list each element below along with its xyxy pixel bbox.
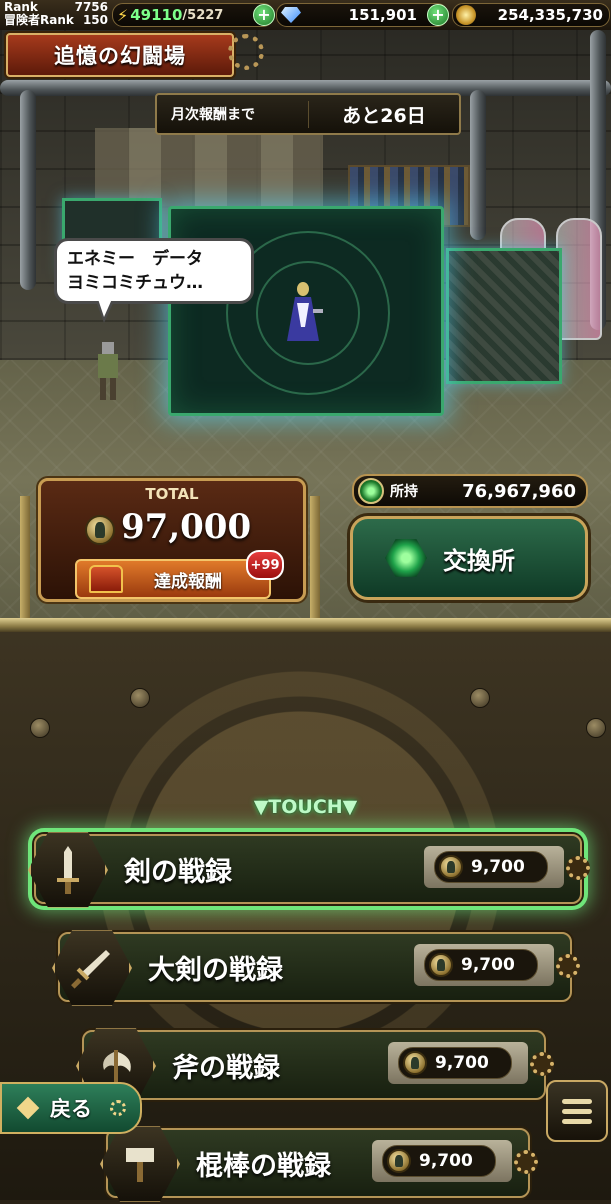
player-character (98, 342, 118, 400)
record-cost: 9,700 (414, 944, 554, 986)
monthly-reward-timer: 月次報酬まで あと26日 (155, 93, 461, 135)
record-name: 剣の戦録 (124, 857, 232, 888)
gear-icon (556, 954, 580, 978)
achievement-reward-label: 達成報酬 (154, 571, 222, 592)
owned-value: 76,967,960 (462, 480, 576, 502)
gem-value: 151,901 (348, 6, 417, 24)
medal-coin-icon (387, 1149, 411, 1173)
pipe (470, 90, 486, 240)
achievement-reward-button[interactable]: 達成報酬 (75, 559, 271, 599)
gold-coin-icon (456, 5, 476, 25)
railing-post (20, 496, 30, 634)
gem-counter: 151,901 + (276, 3, 449, 27)
side-monitor (446, 248, 562, 384)
diamond-icon (281, 7, 301, 23)
gear-icon (514, 1150, 538, 1174)
rank-info: Rank 7756 冒険者Rank 150 (4, 1, 108, 27)
record-name: 棍棒の戦録 (196, 1151, 331, 1182)
gear-icon (530, 1052, 554, 1076)
sword-icon (28, 832, 108, 908)
record-cost-value: 9,700 (471, 857, 525, 877)
bolt (130, 688, 150, 708)
gear-ornament-icon (110, 1100, 126, 1116)
speech-line-2: ヨミコミチュウ… (67, 273, 203, 293)
record-cost-value: 9,700 (461, 955, 515, 975)
hexagon-gem-icon (385, 539, 427, 577)
touch-hint: ▼TOUCH▼ (253, 796, 358, 818)
bolt (586, 718, 606, 738)
medal-coin-icon (85, 515, 115, 545)
record-item-axe[interactable]: 斧の戦録 9,700 (76, 1028, 554, 1104)
speech-bubble: エネミー データ ヨミコミチュウ… (54, 238, 254, 304)
stamina-counter: ⚡ 49110 /5227 + (112, 3, 275, 27)
gold-value: 254,335,730 (497, 6, 603, 24)
speech-bubble-tail (98, 299, 112, 317)
menu-line (562, 1108, 592, 1114)
menu-line (562, 1118, 592, 1124)
record-cost: 9,700 (424, 846, 564, 888)
record-item-club[interactable]: 棍棒の戦録 9,700 (100, 1126, 538, 1202)
record-item-sword[interactable]: 剣の戦録 9,700 (28, 832, 590, 908)
monthly-reward-remaining: あと26日 (308, 100, 459, 128)
record-cost: 9,700 (372, 1140, 512, 1182)
back-button[interactable]: 戻る (0, 1082, 142, 1134)
lightning-icon: ⚡ (117, 5, 129, 25)
bolt (30, 718, 50, 738)
adventurer-rank-value: 150 (82, 13, 108, 27)
owned-label: 所持 (390, 484, 418, 500)
exchange-label: 交換所 (443, 546, 515, 575)
total-value: 97,000 (121, 507, 252, 547)
hamburger-menu-icon[interactable] (546, 1080, 608, 1142)
medal-coin-icon (429, 953, 453, 977)
enemy-sprite (287, 282, 323, 341)
gear-icon (228, 34, 264, 70)
club-icon (100, 1126, 180, 1202)
treasure-chest-icon (89, 565, 123, 593)
record-name: 大剣の戦録 (148, 955, 283, 986)
railing (0, 618, 611, 632)
medal-coin-icon (403, 1051, 427, 1075)
back-label: 戻る (50, 1097, 92, 1121)
reward-count-badge: +99 (246, 550, 284, 580)
speech-line-1: エネミー データ (67, 249, 203, 269)
record-name: 斧の戦録 (172, 1053, 280, 1084)
adventurer-rank-label: 冒険者Rank (4, 13, 74, 27)
exchange-button[interactable]: 交換所 (350, 516, 588, 600)
record-cost-value: 9,700 (419, 1151, 473, 1171)
stamina-max: /5227 (182, 7, 224, 23)
page-title: 追憶の幻闘場 (6, 33, 234, 77)
owned-currency: 所持 76,967,960 (352, 474, 588, 508)
total-label: TOTAL (145, 485, 199, 503)
record-item-greatsword[interactable]: 大剣の戦録 9,700 (52, 930, 580, 1006)
stamina-value: 49110 (130, 6, 183, 24)
record-cost: 9,700 (388, 1042, 528, 1084)
diamond-ornament-icon (16, 1096, 40, 1120)
add-gems-button[interactable]: + (427, 4, 449, 26)
pipe (20, 90, 36, 290)
railing-post (310, 496, 320, 634)
status-bar: Rank 7756 冒険者Rank 150 ⚡ 49110 /5227 + 151,… (0, 0, 611, 31)
medal-coin-icon (439, 855, 463, 879)
gold-counter: 254,335,730 (452, 3, 610, 27)
bolt (470, 688, 490, 708)
add-stamina-button[interactable]: + (253, 4, 275, 26)
gear-icon (566, 856, 590, 880)
monthly-reward-label: 月次報酬まで (171, 107, 255, 123)
menu-line (562, 1098, 592, 1104)
record-cost-value: 9,700 (435, 1053, 489, 1073)
greatsword-icon (52, 930, 132, 1006)
glass-tank (556, 218, 602, 340)
green-gem-icon (358, 478, 384, 504)
total-score-panel: TOTAL 97,000 達成報酬 (38, 478, 306, 602)
